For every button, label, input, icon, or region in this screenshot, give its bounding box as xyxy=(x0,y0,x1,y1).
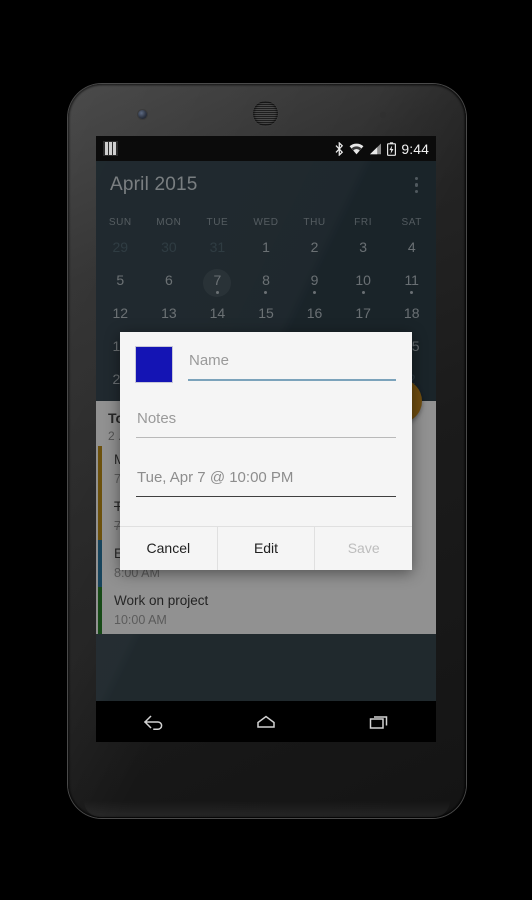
app-content: April 2015 SUN MON TUE WED THU FRI SAT 29 30 31 1… xyxy=(96,161,436,701)
edit-button[interactable]: Edit xyxy=(216,526,315,570)
battery-charging-icon xyxy=(387,141,397,156)
color-swatch-button[interactable] xyxy=(136,347,172,382)
light-sensor-icon xyxy=(396,113,400,117)
task-detail-dialog: Name Notes Tue, Apr 7 @ 10:00 PM Cancel E… xyxy=(120,332,413,570)
date-field[interactable]: Tue, Apr 7 @ 10:00 PM xyxy=(136,463,396,500)
earpiece-speaker-icon xyxy=(253,101,278,126)
back-icon[interactable] xyxy=(125,701,181,742)
notes-field-text: Notes xyxy=(137,409,177,427)
screenshot-stage: 9:44 April 2015 SUN MON TUE WED THU FRI SAT 29… xyxy=(0,0,532,900)
home-icon[interactable] xyxy=(238,701,294,742)
date-field-underline xyxy=(136,495,396,497)
dialog-body: Name Notes Tue, Apr 7 @ 10:00 PM xyxy=(120,332,412,512)
dialog-actions: Cancel Edit Save xyxy=(120,525,413,570)
name-field-text: Name xyxy=(189,352,230,369)
proximity-sensor-icon xyxy=(380,112,386,118)
name-field[interactable]: Name xyxy=(188,346,396,384)
front-camera-icon xyxy=(138,110,147,119)
date-field-text: Tue, Apr 7 @ 10:00 PM xyxy=(137,468,294,486)
notes-field[interactable]: Notes xyxy=(136,404,396,441)
notes-field-underline xyxy=(136,436,396,438)
recents-icon[interactable] xyxy=(351,701,407,742)
wifi-icon xyxy=(349,143,364,154)
cancel-button[interactable]: Cancel xyxy=(120,526,217,570)
status-bar: 9:44 xyxy=(96,136,436,161)
name-field-underline xyxy=(188,379,396,381)
dialog-name-row: Name xyxy=(136,346,396,384)
cellular-signal-icon xyxy=(370,143,382,154)
status-bar-right: 9:44 xyxy=(335,141,429,157)
status-bar-left xyxy=(103,141,118,156)
bars-icon xyxy=(103,141,118,156)
phone-screen: 9:44 April 2015 SUN MON TUE WED THU FRI SAT 29… xyxy=(96,136,436,742)
status-bar-clock: 9:44 xyxy=(401,140,429,157)
navigation-bar xyxy=(96,701,436,742)
save-button: Save xyxy=(314,526,413,570)
bluetooth-icon xyxy=(335,141,344,156)
phone-bottom-sheen xyxy=(83,801,451,817)
